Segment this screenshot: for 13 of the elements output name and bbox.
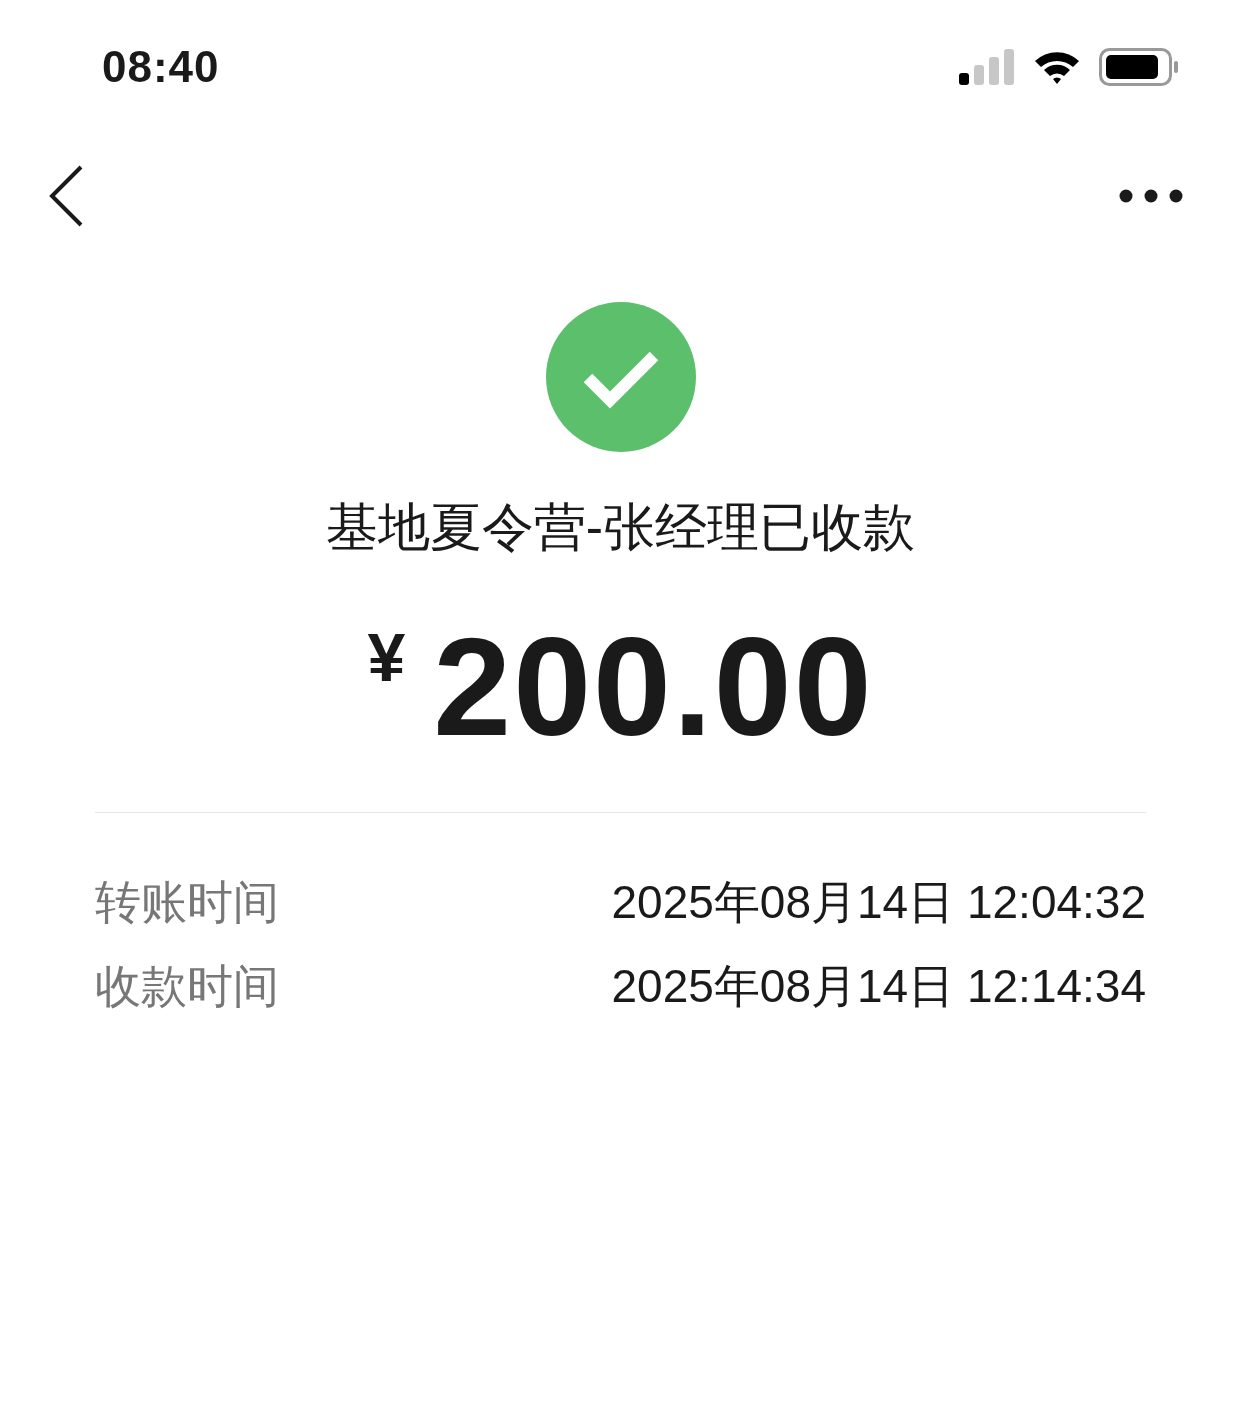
currency-symbol: ¥ [367,618,406,696]
detail-label: 收款时间 [95,959,279,1014]
back-icon[interactable] [48,165,84,227]
more-icon[interactable] [1119,189,1183,203]
detail-value: 2025年08月14日 12:14:34 [611,959,1146,1014]
payee-title: 基地夏令营-张经理已收款 [325,497,916,558]
status-time: 08:40 [102,42,220,92]
battery-icon [1099,48,1179,86]
detail-label: 转账时间 [95,875,279,930]
wifi-icon [1033,49,1081,85]
detail-value: 2025年08月14日 12:04:32 [611,875,1146,930]
signal-icon [959,49,1015,85]
amount: 200.00 [433,612,874,762]
